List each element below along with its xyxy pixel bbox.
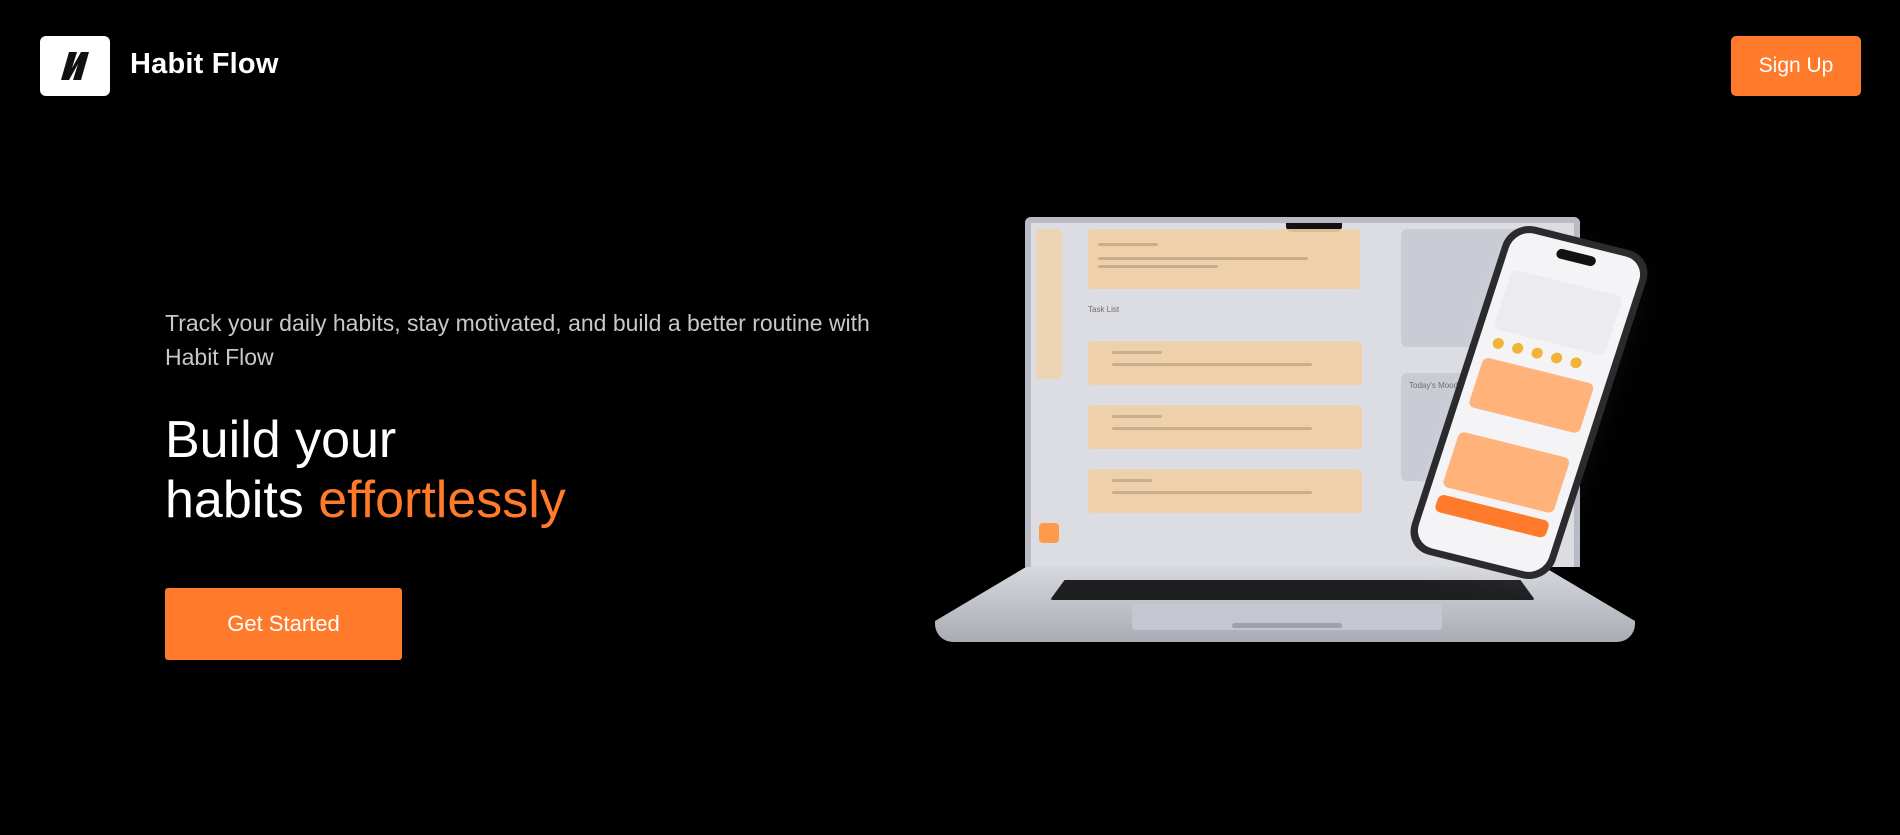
mood-emoji-icon: [1510, 341, 1525, 355]
headline-accent: effortlessly: [318, 471, 566, 529]
laptop-task-card: [1088, 341, 1362, 385]
headline-line-1: Build your: [165, 411, 397, 469]
laptop-app-sidebar: [1036, 229, 1062, 379]
brand-name: Habit Flow: [130, 48, 279, 80]
phone-calendar-card: [1493, 269, 1624, 356]
headline-line-2-prefix: habits: [165, 471, 319, 529]
mood-emoji-icon: [1530, 346, 1545, 360]
hero-headline: Build your habits effortlessly: [165, 410, 566, 530]
sign-up-button[interactable]: Sign Up: [1731, 36, 1861, 96]
logo[interactable]: [40, 36, 110, 96]
laptop-task-card: [1088, 405, 1362, 449]
laptop-greeting-card: [1088, 229, 1360, 289]
laptop-lip: [1232, 623, 1342, 628]
laptop-add-icon: [1039, 523, 1059, 543]
mood-emoji-icon: [1569, 356, 1584, 370]
mood-emoji-icon: [1491, 336, 1506, 350]
laptop-mood-title: Today's Mood: [1409, 381, 1459, 390]
mood-emoji-icon: [1549, 351, 1564, 365]
get-started-button[interactable]: Get Started: [165, 588, 402, 660]
phone-dynamic-island: [1555, 247, 1598, 268]
laptop-keyboard: [1050, 580, 1535, 600]
laptop-task-card: [1088, 469, 1362, 513]
habit-flow-logo-icon: [61, 52, 89, 80]
laptop-task-list-title: Task List: [1088, 305, 1120, 314]
device-mockup-illustration: Task List Today's Mood: [930, 210, 1670, 660]
hero-tagline: Track your daily habits, stay motivated,…: [165, 310, 870, 370]
